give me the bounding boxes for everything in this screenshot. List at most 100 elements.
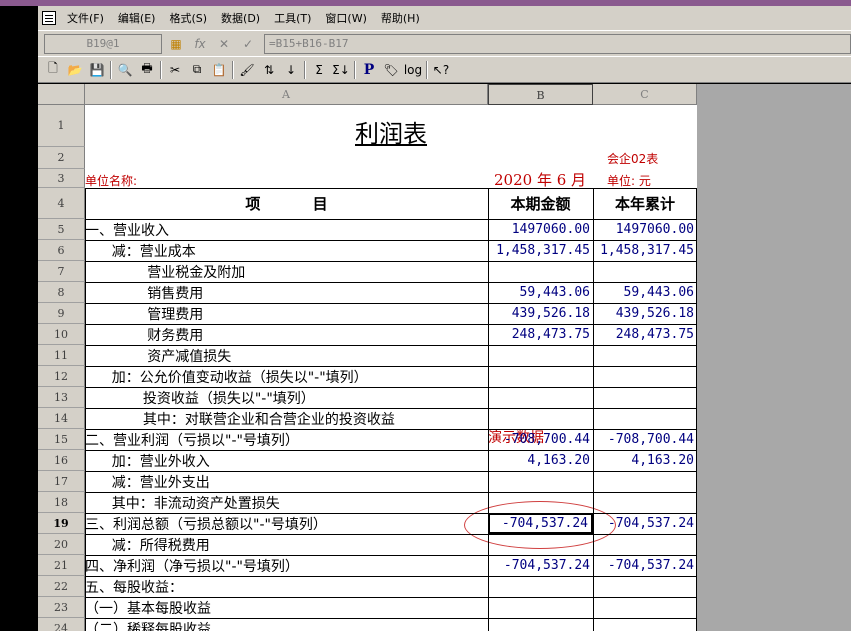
row-header-7[interactable]: 7 xyxy=(38,261,85,282)
menu-edit[interactable]: 编辑(E) xyxy=(111,10,163,26)
column-header-a[interactable]: A xyxy=(85,84,488,105)
menu-data[interactable]: 数据(D) xyxy=(214,10,267,26)
current-period-value[interactable] xyxy=(488,261,593,282)
row-header-3[interactable]: 3 xyxy=(38,169,85,188)
current-period-value[interactable] xyxy=(488,534,593,555)
column-header-c[interactable]: C xyxy=(593,84,697,105)
current-period-value[interactable] xyxy=(488,345,593,366)
year-to-date-value[interactable]: -704,537.24 xyxy=(593,555,697,576)
year-to-date-value[interactable] xyxy=(593,597,697,618)
corner-header[interactable] xyxy=(38,84,85,105)
current-period-value[interactable]: -708,700.44 xyxy=(488,429,593,450)
year-to-date-value[interactable] xyxy=(593,261,697,282)
year-to-date-value[interactable] xyxy=(593,576,697,597)
open-folder-icon[interactable]: 📂 xyxy=(64,59,86,81)
row-header-9[interactable]: 9 xyxy=(38,303,85,324)
line-item-label[interactable]: 管理费用 xyxy=(85,303,488,324)
year-to-date-value[interactable] xyxy=(593,618,697,631)
year-to-date-value[interactable]: 59,443.06 xyxy=(593,282,697,303)
menu-window[interactable]: 窗口(W) xyxy=(318,10,373,26)
sum-sub-icon[interactable]: Σ↓ xyxy=(330,59,352,81)
year-to-date-value[interactable] xyxy=(593,471,697,492)
line-item-label[interactable]: 其中：非流动资产处置损失 xyxy=(85,492,488,513)
row-header-8[interactable]: 8 xyxy=(38,282,85,303)
sort-asc-icon[interactable]: ⇅ xyxy=(258,59,280,81)
year-to-date-value[interactable] xyxy=(593,408,697,429)
cell-reference-box[interactable]: B19@1 xyxy=(44,33,162,54)
header-year-to-date[interactable]: 本年累计 xyxy=(593,188,697,219)
sum-icon[interactable]: Σ xyxy=(308,59,330,81)
current-period-value[interactable]: 1497060.00 xyxy=(488,219,593,240)
row-header-24[interactable]: 24 xyxy=(38,618,85,631)
line-item-label[interactable]: 加：公允价值变动收益（损失以"-"填列） xyxy=(85,366,488,387)
current-period-value[interactable] xyxy=(488,387,593,408)
menu-tools[interactable]: 工具(T) xyxy=(267,10,318,26)
line-item-label[interactable]: 资产减值损失 xyxy=(85,345,488,366)
copy-icon[interactable]: ⧉ xyxy=(186,59,208,81)
year-to-date-value[interactable]: 1,458,317.45 xyxy=(593,240,697,261)
year-to-date-value[interactable] xyxy=(593,534,697,555)
formula-input[interactable]: =B15+B16-B17 xyxy=(264,33,851,54)
current-period-value[interactable]: 439,526.18 xyxy=(488,303,593,324)
row-header-5[interactable]: 5 xyxy=(38,219,85,240)
current-period-value[interactable]: 59,443.06 xyxy=(488,282,593,303)
row-header-14[interactable]: 14 xyxy=(38,408,85,429)
year-to-date-value[interactable]: 439,526.18 xyxy=(593,303,697,324)
year-to-date-value[interactable]: 4,163.20 xyxy=(593,450,697,471)
current-period-value[interactable] xyxy=(488,576,593,597)
header-current-period[interactable]: 本期金额 xyxy=(488,188,593,219)
current-period-value[interactable]: -704,537.24 xyxy=(488,555,593,576)
row-header-10[interactable]: 10 xyxy=(38,324,85,345)
save-icon[interactable]: 💾 xyxy=(86,59,108,81)
line-item-label[interactable]: 三、利润总额（亏损总额以"-"号填列） xyxy=(85,513,488,534)
p-icon[interactable]: P xyxy=(358,59,380,81)
current-period-value[interactable] xyxy=(488,408,593,429)
header-item-cell[interactable]: 项 目 xyxy=(85,188,488,219)
current-period-value[interactable] xyxy=(488,366,593,387)
cut-icon[interactable]: ✂ xyxy=(164,59,186,81)
line-item-label[interactable]: 减：营业成本 xyxy=(85,240,488,261)
menu-file[interactable]: 文件(F) xyxy=(60,10,111,26)
help-cursor-icon[interactable]: ↖? xyxy=(430,59,452,81)
year-to-date-value[interactable]: -708,700.44 xyxy=(593,429,697,450)
current-period-value[interactable] xyxy=(488,618,593,631)
line-item-label[interactable]: 加：营业外收入 xyxy=(85,450,488,471)
year-to-date-value[interactable]: 248,473.75 xyxy=(593,324,697,345)
line-item-label[interactable]: （一）基本每股收益 xyxy=(85,597,488,618)
current-period-value[interactable]: 4,163.20 xyxy=(488,450,593,471)
year-to-date-value[interactable] xyxy=(593,387,697,408)
row-header-6[interactable]: 6 xyxy=(38,240,85,261)
line-item-label[interactable]: 销售费用 xyxy=(85,282,488,303)
current-period-value[interactable] xyxy=(488,471,593,492)
row-header-17[interactable]: 17 xyxy=(38,471,85,492)
current-period-value[interactable]: 248,473.75 xyxy=(488,324,593,345)
row-header-12[interactable]: 12 xyxy=(38,366,85,387)
line-item-label[interactable]: （二）稀释每股收益 xyxy=(85,618,488,631)
paste-icon[interactable]: 📋 xyxy=(208,59,230,81)
year-to-date-value[interactable] xyxy=(593,345,697,366)
line-item-label[interactable]: 投资收益（损失以"-"填列） xyxy=(85,387,488,408)
tag-icon[interactable]: 🏷 xyxy=(380,59,402,81)
row-header-13[interactable]: 13 xyxy=(38,387,85,408)
print-preview-icon[interactable]: 🔍 xyxy=(114,59,136,81)
print-icon[interactable]: 🖶 xyxy=(136,59,158,81)
row-header-4[interactable]: 4 xyxy=(38,188,85,219)
line-item-label[interactable]: 财务费用 xyxy=(85,324,488,345)
line-item-label[interactable]: 二、营业利润（亏损以"-"号填列） xyxy=(85,429,488,450)
menu-help[interactable]: 帮助(H) xyxy=(374,10,427,26)
line-item-label[interactable]: 减：所得税费用 xyxy=(85,534,488,555)
current-period-value[interactable] xyxy=(488,597,593,618)
row-header-23[interactable]: 23 xyxy=(38,597,85,618)
year-to-date-value[interactable] xyxy=(593,366,697,387)
function-icon[interactable]: fx xyxy=(190,34,210,54)
line-item-label[interactable]: 四、净利润（净亏损以"-"号填列） xyxy=(85,555,488,576)
current-period-value[interactable]: -704,537.24 xyxy=(488,513,593,534)
current-period-value[interactable]: 1,458,317.45 xyxy=(488,240,593,261)
row-header-18[interactable]: 18 xyxy=(38,492,85,513)
row-header-15[interactable]: 15 xyxy=(38,429,85,450)
calculator-icon[interactable]: ▦ xyxy=(166,34,186,54)
current-period-value[interactable] xyxy=(488,492,593,513)
row-header-16[interactable]: 16 xyxy=(38,450,85,471)
column-header-b[interactable]: B xyxy=(488,84,593,105)
line-item-label[interactable]: 其中：对联营企业和合营企业的投资收益 xyxy=(85,408,488,429)
